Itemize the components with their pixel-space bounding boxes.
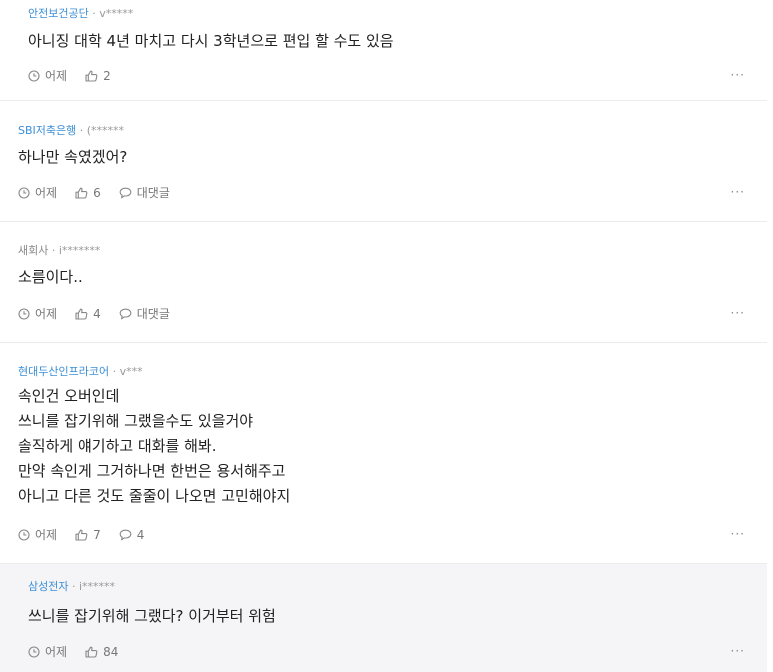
comment-meta: 어제 2 (28, 67, 129, 84)
user-id: v*** (119, 365, 143, 378)
separator-dot: · (71, 580, 76, 593)
company-link[interactable]: 삼성전자 (28, 580, 68, 593)
reply-button[interactable]: 대댓글 (119, 184, 170, 201)
comment-author: 삼성전자 · i****** (28, 580, 115, 594)
thumbs-up-icon (75, 308, 88, 320)
comment-text: 소름이다.. (18, 268, 83, 286)
comment-item: SBI저축은행 · (****** 하나만 속였겠어? 어제 6 대댓글 ··· (0, 101, 767, 222)
comment-author: 새회사 · i******* (18, 244, 100, 258)
comment-text: 쓰니를 잡기위해 그랬다? 이거부터 위험 (28, 607, 276, 625)
comment-meta: 어제 7 4 (18, 526, 162, 543)
speech-bubble-icon (119, 187, 132, 198)
company-link[interactable]: SBI저축은행 (18, 124, 76, 137)
more-options-button[interactable]: ··· (731, 527, 745, 541)
thumbs-up-icon (85, 70, 98, 82)
comment-author: 안전보건공단 · v***** (28, 7, 133, 21)
more-options-button[interactable]: ··· (731, 68, 745, 82)
separator-dot: · (92, 7, 96, 20)
comment-item: 새회사 · i******* 소름이다.. 어제 4 대댓글 ··· (0, 222, 767, 343)
speech-bubble-icon (119, 308, 132, 319)
comment-text: 속인건 오버인데 쓰니를 잡기위해 그랬을수도 있을거야 솔직하게 얘기하고 대… (18, 387, 291, 505)
thumbs-up-icon (85, 646, 98, 658)
like-button[interactable]: 6 (75, 186, 101, 200)
clock-icon (18, 528, 30, 541)
user-id: i****** (78, 580, 116, 593)
separator-dot: · (112, 365, 117, 378)
like-button[interactable]: 7 (75, 528, 101, 542)
more-options-button[interactable]: ··· (731, 185, 745, 199)
comment-text: 하나만 속였겠어? (18, 148, 128, 166)
clock-icon (28, 645, 40, 658)
like-button[interactable]: 2 (85, 69, 111, 83)
comment-time: 어제 (18, 526, 57, 543)
company-link[interactable]: 안전보건공단 (28, 7, 89, 20)
comment-item: 현대두산인프라코어 · v*** 속인건 오버인데 쓰니를 잡기위해 그랬을수도… (0, 343, 767, 564)
more-options-button[interactable]: ··· (731, 644, 745, 658)
clock-icon (18, 307, 30, 320)
separator-dot: · (79, 124, 84, 137)
comment-author: SBI저축은행 · (****** (18, 124, 124, 138)
comment-time: 어제 (28, 67, 67, 84)
clock-icon (28, 69, 40, 82)
comment-meta: 어제 6 대댓글 (18, 184, 188, 201)
comment-time: 어제 (18, 184, 57, 201)
reply-button[interactable]: 대댓글 (119, 305, 170, 322)
thumbs-up-icon (75, 529, 88, 541)
comment-author: 현대두산인프라코어 · v*** (18, 365, 143, 379)
comment-item: 안전보건공단 · v***** 아니징 대학 4년 마치고 다시 3학년으로 편… (0, 0, 767, 101)
more-options-button[interactable]: ··· (731, 306, 745, 320)
user-id: i******* (58, 244, 101, 257)
thumbs-up-icon (75, 187, 88, 199)
comment-meta: 어제 84 (28, 643, 136, 660)
like-button[interactable]: 84 (85, 645, 118, 659)
user-id: (****** (86, 124, 125, 137)
clock-icon (18, 186, 30, 199)
reply-button[interactable]: 4 (119, 528, 144, 542)
comment-time: 어제 (28, 643, 67, 660)
user-id: v***** (99, 7, 134, 20)
company-link[interactable]: 새회사 (18, 244, 48, 257)
speech-bubble-icon (119, 529, 132, 540)
comment-time: 어제 (18, 305, 57, 322)
like-button[interactable]: 4 (75, 307, 101, 321)
company-link[interactable]: 현대두산인프라코어 (18, 365, 109, 378)
comment-text: 아니징 대학 4년 마치고 다시 3학년으로 편입 할 수도 있음 (28, 32, 394, 50)
reply-item: 삼성전자 · i****** 쓰니를 잡기위해 그랬다? 이거부터 위험 어제 … (0, 564, 767, 672)
separator-dot: · (51, 244, 56, 257)
comment-meta: 어제 4 대댓글 (18, 305, 188, 322)
